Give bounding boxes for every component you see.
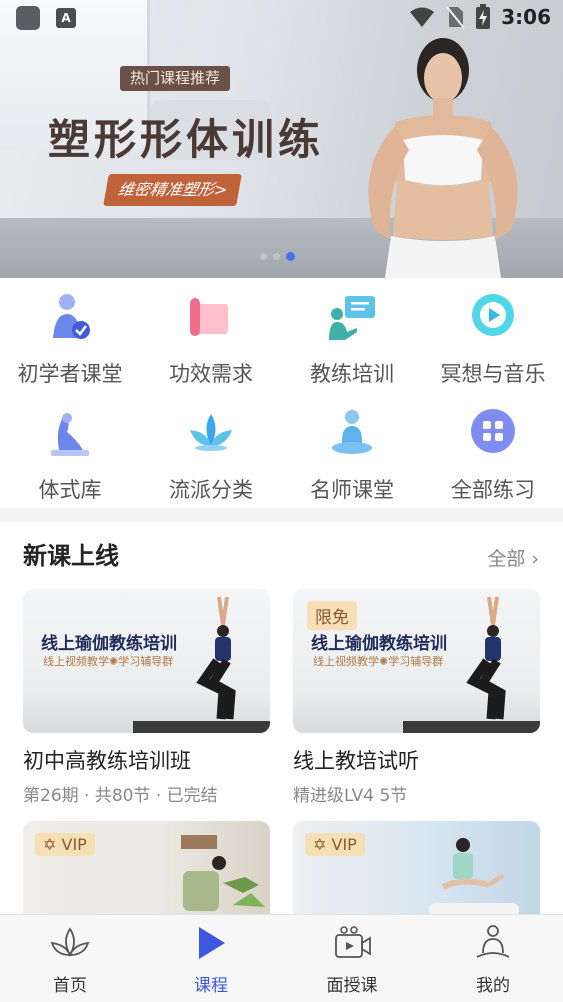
category-label: 体式库 [38, 478, 102, 502]
course-thumbnail: ✡ VIP [23, 821, 270, 914]
category-meditation-music[interactable]: 冥想与音乐 [423, 292, 563, 388]
free-badge: 限免 [307, 601, 357, 630]
music-play-icon [472, 294, 514, 336]
category-all-practice[interactable]: 全部练习 [423, 408, 563, 504]
pose-library-icon [51, 413, 89, 456]
tab-home[interactable]: 首页 [15, 923, 125, 996]
thumbnail-title: 线上瑜伽教练培训 [41, 634, 177, 654]
category-coach-training[interactable]: 教练培训 [282, 292, 422, 388]
hero-banner[interactable]: 热门课程推荐 塑形形体训练 维密精准塑形> [0, 0, 563, 278]
course-meta: 精进级LV4 5节 [293, 786, 408, 806]
course-name: 线上教培试听 [293, 749, 419, 773]
vip-badge: ✡ VIP [35, 833, 95, 856]
category-label: 功效需求 [169, 362, 253, 386]
chevron-right-icon: › [531, 548, 539, 570]
no-sim-icon [446, 6, 466, 29]
course-meta: 第26期 · 共80节 · 已完结 [23, 786, 218, 806]
thumbnail-subtitle: 线上视频教学✺学习辅导群 [313, 655, 444, 668]
yoga-pose-image [466, 596, 506, 720]
vip-course-card[interactable]: ✡ VIP [293, 821, 540, 914]
vip-course-card[interactable]: ✡ VIP [23, 821, 270, 914]
course-name: 初中高教练培训班 [23, 749, 191, 773]
section-title: 新课上线 [23, 542, 119, 570]
star-icon: ✡ [43, 835, 57, 854]
yoga-pose-image [196, 596, 236, 720]
banner-title: 塑形形体训练 [48, 115, 325, 164]
category-efficacy[interactable]: 功效需求 [141, 292, 281, 388]
category-label: 名师课堂 [310, 478, 394, 502]
vip-badge-label: VIP [61, 835, 87, 854]
course-thumbnail: ✡ VIP [293, 821, 540, 914]
course-card[interactable]: 线上瑜伽教练培训 线上视频教学✺学习辅导群 初中高教练培训班 第26期 · 共8… [23, 589, 270, 806]
thumbnail-title: 线上瑜伽教练培训 [311, 634, 447, 654]
carousel-dot[interactable] [273, 253, 280, 260]
tab-profile[interactable]: 我的 [438, 923, 548, 996]
thumbnail-subtitle: 线上视频教学✺学习辅导群 [43, 655, 174, 668]
video-camera-icon [335, 926, 371, 958]
course-thumbnail: 线上瑜伽教练培训 线上视频教学✺学习辅导群 [23, 589, 270, 733]
tab-label: 面授课 [326, 976, 378, 996]
star-icon: ✡ [313, 835, 327, 854]
carousel-dot[interactable] [260, 253, 267, 260]
carousel-indicator[interactable] [260, 252, 295, 261]
coach-training-icon [329, 296, 375, 340]
tab-label: 课程 [194, 976, 228, 996]
status-icons: 3:06 [409, 4, 551, 30]
lotus-icon [190, 414, 232, 451]
grid-icon [471, 409, 515, 453]
carousel-dot-active[interactable] [286, 252, 295, 261]
meditation-icon [332, 410, 372, 454]
view-all-label: 全部 [487, 548, 526, 570]
category-beginner[interactable]: 初学者课堂 [0, 292, 140, 388]
app-notification-icon [16, 6, 40, 30]
category-grid: 初学者课堂 功效需求 教练培训 冥想与音乐 体式库 流派分类 名师课堂 全部练习 [0, 278, 563, 508]
profile-icon [476, 925, 510, 958]
lotus-home-icon [50, 927, 90, 957]
category-famous-teachers[interactable]: 名师课堂 [282, 408, 422, 504]
category-pose-library[interactable]: 体式库 [0, 408, 140, 504]
play-icon [199, 927, 225, 959]
course-card[interactable]: 限免 线上瑜伽教练培训 线上视频教学✺学习辅导群 线上教培试听 精进级LV4 5… [293, 589, 540, 806]
vip-badge-label: VIP [331, 835, 357, 854]
battery-charging-icon [476, 4, 491, 29]
tab-offline-class[interactable]: 面授课 [297, 923, 407, 996]
status-bar: A 3:06 [0, 0, 563, 40]
banner-tag: 热门课程推荐 [120, 66, 231, 91]
banner-subtitle-button[interactable]: 维密精准塑形> [103, 174, 243, 206]
new-courses-section: 新课上线 全部 › 线上瑜伽教练培训 线上视频教学✺学习辅导群 初中高教练培训班… [0, 522, 563, 914]
bottom-tab-bar: 首页 课程 面授课 我的 [0, 914, 563, 1002]
wifi-icon [410, 7, 435, 27]
category-label: 初学者课堂 [17, 362, 123, 386]
clock-time: 3:06 [501, 5, 551, 29]
category-label: 流派分类 [169, 478, 253, 502]
beginner-icon [53, 294, 90, 339]
course-thumbnail: 限免 线上瑜伽教练培训 线上视频教学✺学习辅导群 [293, 589, 540, 733]
category-label: 全部练习 [451, 478, 535, 502]
category-label: 冥想与音乐 [440, 362, 546, 386]
yoga-mat-icon [190, 298, 228, 336]
tab-label: 首页 [53, 976, 87, 996]
keyboard-a-icon: A [56, 8, 76, 28]
view-all-link[interactable]: 全部 › [487, 544, 539, 571]
vip-badge: ✡ VIP [305, 833, 365, 856]
tab-courses[interactable]: 课程 [156, 923, 266, 996]
banner-model-image [368, 38, 518, 278]
tab-label: 我的 [476, 976, 510, 996]
category-label: 教练培训 [310, 362, 394, 386]
category-styles[interactable]: 流派分类 [141, 408, 281, 504]
